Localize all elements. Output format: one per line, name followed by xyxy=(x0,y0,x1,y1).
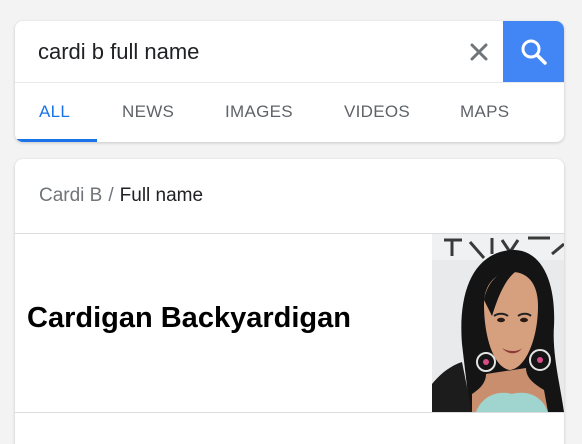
knowledge-card: Cardi B / Full name Cardigan Backyardigan xyxy=(15,159,564,444)
tab-all[interactable]: ALL xyxy=(39,102,70,126)
answer-text: Cardigan Backyardigan xyxy=(27,302,351,334)
search-tabs: ALL NEWS IMAGES VIDEOS MAPS xyxy=(15,83,564,142)
search-input[interactable] xyxy=(38,35,438,69)
search-card: ALL NEWS IMAGES VIDEOS MAPS xyxy=(15,21,564,142)
breadcrumb-attribute: Full name xyxy=(119,185,204,206)
breadcrumb-separator: / xyxy=(108,185,114,206)
search-icon xyxy=(521,39,547,65)
search-results-page: ALL NEWS IMAGES VIDEOS MAPS Cardi B /Full… xyxy=(0,0,582,444)
tab-videos[interactable]: VIDEOS xyxy=(344,102,410,126)
person-photo[interactable] xyxy=(432,234,564,412)
divider xyxy=(15,412,564,413)
search-bar xyxy=(15,21,564,82)
breadcrumb: Cardi B / Full name xyxy=(39,185,203,209)
breadcrumb-entity-link[interactable]: Cardi B xyxy=(39,185,102,206)
tab-maps[interactable]: MAPS xyxy=(460,102,509,126)
active-tab-indicator xyxy=(15,139,97,142)
search-button[interactable] xyxy=(503,21,564,82)
tab-news[interactable]: NEWS xyxy=(122,102,174,126)
tab-images[interactable]: IMAGES xyxy=(225,102,293,126)
close-icon[interactable] xyxy=(467,40,491,64)
